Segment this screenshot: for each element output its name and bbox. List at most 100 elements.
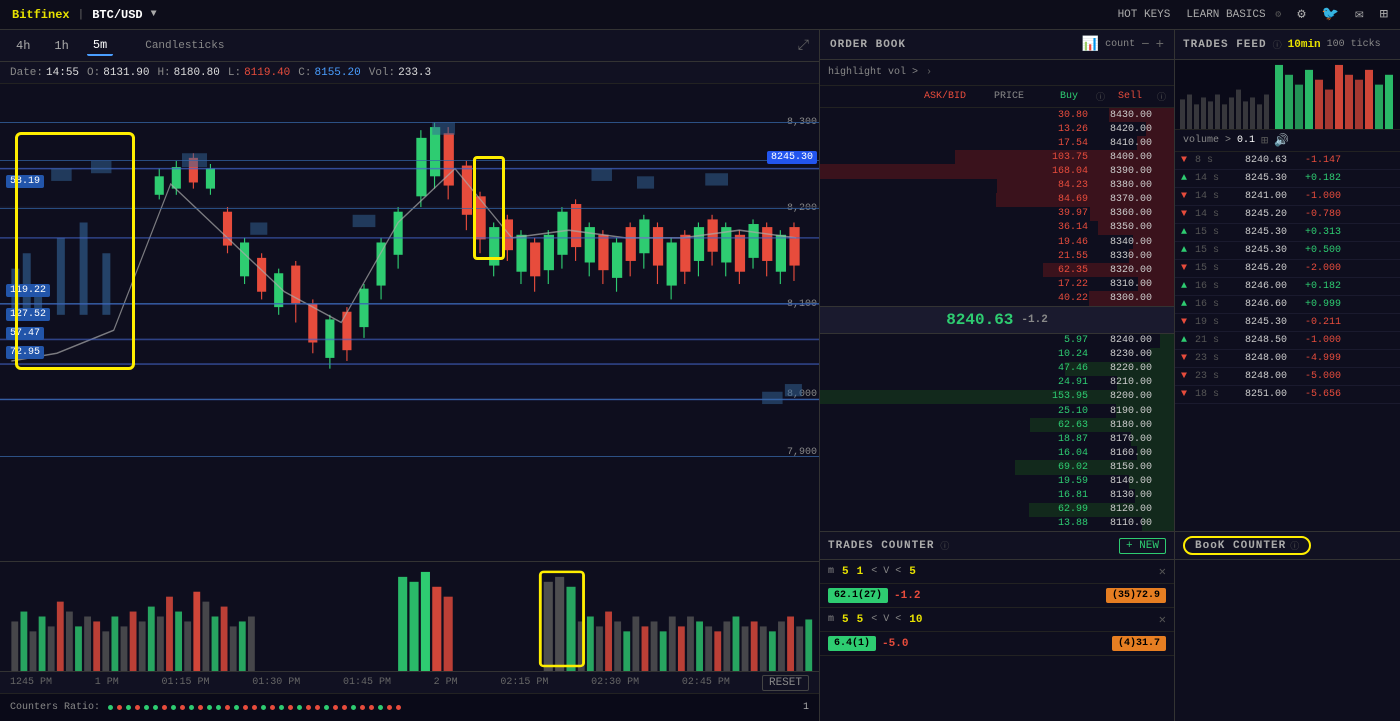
ob-ask-row[interactable]: 19.46 8340.00 [820, 235, 1174, 249]
h-line-7900 [0, 456, 819, 457]
ob-chart-icon[interactable]: 📊 [1082, 36, 1099, 53]
ob-bid-row[interactable]: 69.02 8150.00 [820, 460, 1174, 474]
tf-vol-label: volume > [1183, 135, 1231, 146]
ob-bid-row[interactable]: 62.99 8120.00 [820, 503, 1174, 517]
ob-ask-rows: 30.80 8430.00 13.26 8420.00 17.54 8410.0… [820, 108, 1174, 306]
pair-dropdown-icon[interactable]: ▼ [151, 9, 157, 20]
ohlc-low: 8119.40 [244, 67, 290, 79]
ob-ask-qty: 21.55 [828, 251, 1096, 262]
cr-dot [396, 705, 401, 710]
ob-ask-row[interactable]: 17.22 8310.00 [820, 277, 1174, 291]
tc-close-2[interactable]: ✕ [1159, 612, 1166, 627]
ob-ask-row[interactable]: 62.35 8320.00 [820, 263, 1174, 277]
tc-v-label-2: < V < [871, 614, 901, 625]
ob-bid-row[interactable]: 62.63 8180.00 [820, 418, 1174, 432]
right-panels: ORDER BOOK 📊 count − + highlight vol > ›… [820, 30, 1400, 721]
ob-bid-row[interactable]: 24.91 8210.00 [820, 376, 1174, 390]
ob-bid-price: 8210.00 [1096, 377, 1166, 388]
ob-ask-price: 8410.00 [1096, 138, 1166, 149]
tc-val2-2[interactable]: 5 [857, 614, 864, 626]
ob-bid-qty: 69.02 [828, 462, 1096, 473]
learn-basics-link[interactable]: LEARN BASICS ⚙ [1186, 9, 1281, 21]
ob-bid-row[interactable]: 10.24 8230.00 [820, 348, 1174, 362]
tf-price: 8245.30 [1229, 227, 1287, 238]
tc-val2-1[interactable]: 1 [857, 566, 864, 578]
ob-ask-row[interactable]: 17.54 8410.00 [820, 136, 1174, 150]
ob-bid-row[interactable]: 19.59 8140.00 [820, 475, 1174, 489]
ob-ask-qty: 168.04 [828, 166, 1096, 177]
tf-change: -4.999 [1291, 353, 1341, 364]
tc-m-val-2[interactable]: 5 [842, 614, 849, 626]
tf-speaker-icon[interactable]: 🔊 [1274, 133, 1289, 148]
pair-label[interactable]: BTC/USD [92, 8, 142, 22]
hotkeys-link[interactable]: HOT KEYS [1118, 9, 1171, 21]
ob-ask-row[interactable]: 84.69 8370.00 [820, 193, 1174, 207]
ob-ask-row[interactable]: 39.97 8360.00 [820, 207, 1174, 221]
cr-dot [108, 705, 113, 710]
ob-minus-btn[interactable]: − [1141, 37, 1149, 53]
ob-title: ORDER BOOK [830, 39, 906, 51]
tf-arrow: ▲ [1181, 299, 1191, 310]
ob-col-buy-info: ⓘ [1096, 90, 1105, 103]
ob-bid-row[interactable]: 16.81 8130.00 [820, 489, 1174, 503]
timeframe-1h[interactable]: 1h [48, 37, 74, 55]
tc-v-val-1[interactable]: 5 [909, 566, 916, 578]
cr-dot [252, 705, 257, 710]
ob-ask-row[interactable]: 13.26 8420.00 [820, 122, 1174, 136]
tc-m-val-1[interactable]: 5 [842, 566, 849, 578]
time-230: 02:30 PM [591, 677, 639, 688]
time-1245: 1245 PM [10, 677, 52, 688]
timeframe-5m[interactable]: 5m [87, 36, 113, 56]
chart-toolbar: 4h 1h 5m Candlesticks ⤢ [0, 30, 819, 62]
ob-plus-btn[interactable]: + [1156, 37, 1164, 53]
mail-icon[interactable]: ✉ [1355, 6, 1363, 23]
tf-trade-row: ▼ 23 s 8248.00 -4.999 [1175, 350, 1400, 368]
ob-bid-qty: 13.88 [828, 518, 1096, 529]
cr-dot [189, 705, 194, 710]
nav-left: Bitfinex | BTC/USD ▼ [12, 8, 157, 22]
cr-dot [243, 705, 248, 710]
cr-dot [198, 705, 203, 710]
tf-ticks-btn[interactable]: 100 ticks [1327, 39, 1381, 50]
tf-change: -5.656 [1291, 389, 1341, 400]
cr-dot [144, 705, 149, 710]
tf-time-btn[interactable]: 10min [1288, 39, 1321, 51]
ob-bid-row[interactable]: 16.04 8160.00 [820, 446, 1174, 460]
ob-ask-row[interactable]: 84.23 8380.00 [820, 179, 1174, 193]
chart-type-label[interactable]: Candlesticks [145, 40, 224, 52]
ob-bid-row[interactable]: 153.95 8200.00 [820, 390, 1174, 404]
expand-icon[interactable]: ⤢ [798, 38, 809, 54]
tc-v-val-2[interactable]: 10 [909, 614, 922, 626]
nav-right: HOT KEYS LEARN BASICS ⚙ ⚙ 🐦 ✉ ⊞ [1118, 6, 1388, 23]
tc-new-btn[interactable]: + NEW [1119, 538, 1166, 554]
chart-canvas[interactable]: 58.19 119.22 127.52 57.47 72.95 8245.30 … [0, 84, 819, 561]
settings-icon[interactable]: ⚙ [1297, 6, 1305, 23]
tf-arrow: ▲ [1181, 245, 1191, 256]
twitter-icon[interactable]: 🐦 [1322, 6, 1339, 23]
tf-table-icon[interactable]: ⊞ [1261, 133, 1268, 148]
tc-close-1[interactable]: ✕ [1159, 564, 1166, 579]
tc-orange-val-2: (4)31.7 [1112, 636, 1166, 651]
tf-trade-row: ▼ 15 s 8245.20 -2.000 [1175, 260, 1400, 278]
ob-ask-row[interactable]: 21.55 8330.00 [820, 249, 1174, 263]
grid-icon[interactable]: ⊞ [1380, 6, 1388, 23]
tc-title: TRADES COUNTER [828, 540, 934, 552]
ob-bid-price: 8120.00 [1096, 504, 1166, 515]
ob-ask-row[interactable]: 103.75 8400.00 [820, 150, 1174, 164]
ob-ask-row[interactable]: 30.80 8430.00 [820, 108, 1174, 122]
tf-arrow: ▼ [1181, 317, 1191, 328]
ob-bid-row[interactable]: 13.88 8110.00 [820, 517, 1174, 531]
tf-vol-val[interactable]: 0.1 [1237, 135, 1255, 146]
ob-ask-row[interactable]: 36.14 8350.00 [820, 221, 1174, 235]
tf-mini-chart [1175, 60, 1400, 130]
ob-ask-row[interactable]: 168.04 8390.00 [820, 164, 1174, 178]
ob-bid-row[interactable]: 25.10 8190.00 [820, 404, 1174, 418]
ob-bid-row[interactable]: 18.87 8170.00 [820, 432, 1174, 446]
reset-button[interactable]: RESET [762, 675, 809, 691]
tf-price: 8245.30 [1229, 173, 1287, 184]
ob-ask-row[interactable]: 40.22 8300.00 [820, 291, 1174, 305]
timeframe-4h[interactable]: 4h [10, 37, 36, 55]
highlight-price-label: 8245.30 [767, 151, 817, 164]
ob-bid-row[interactable]: 5.97 8240.00 [820, 334, 1174, 348]
ob-bid-row[interactable]: 47.46 8220.00 [820, 362, 1174, 376]
